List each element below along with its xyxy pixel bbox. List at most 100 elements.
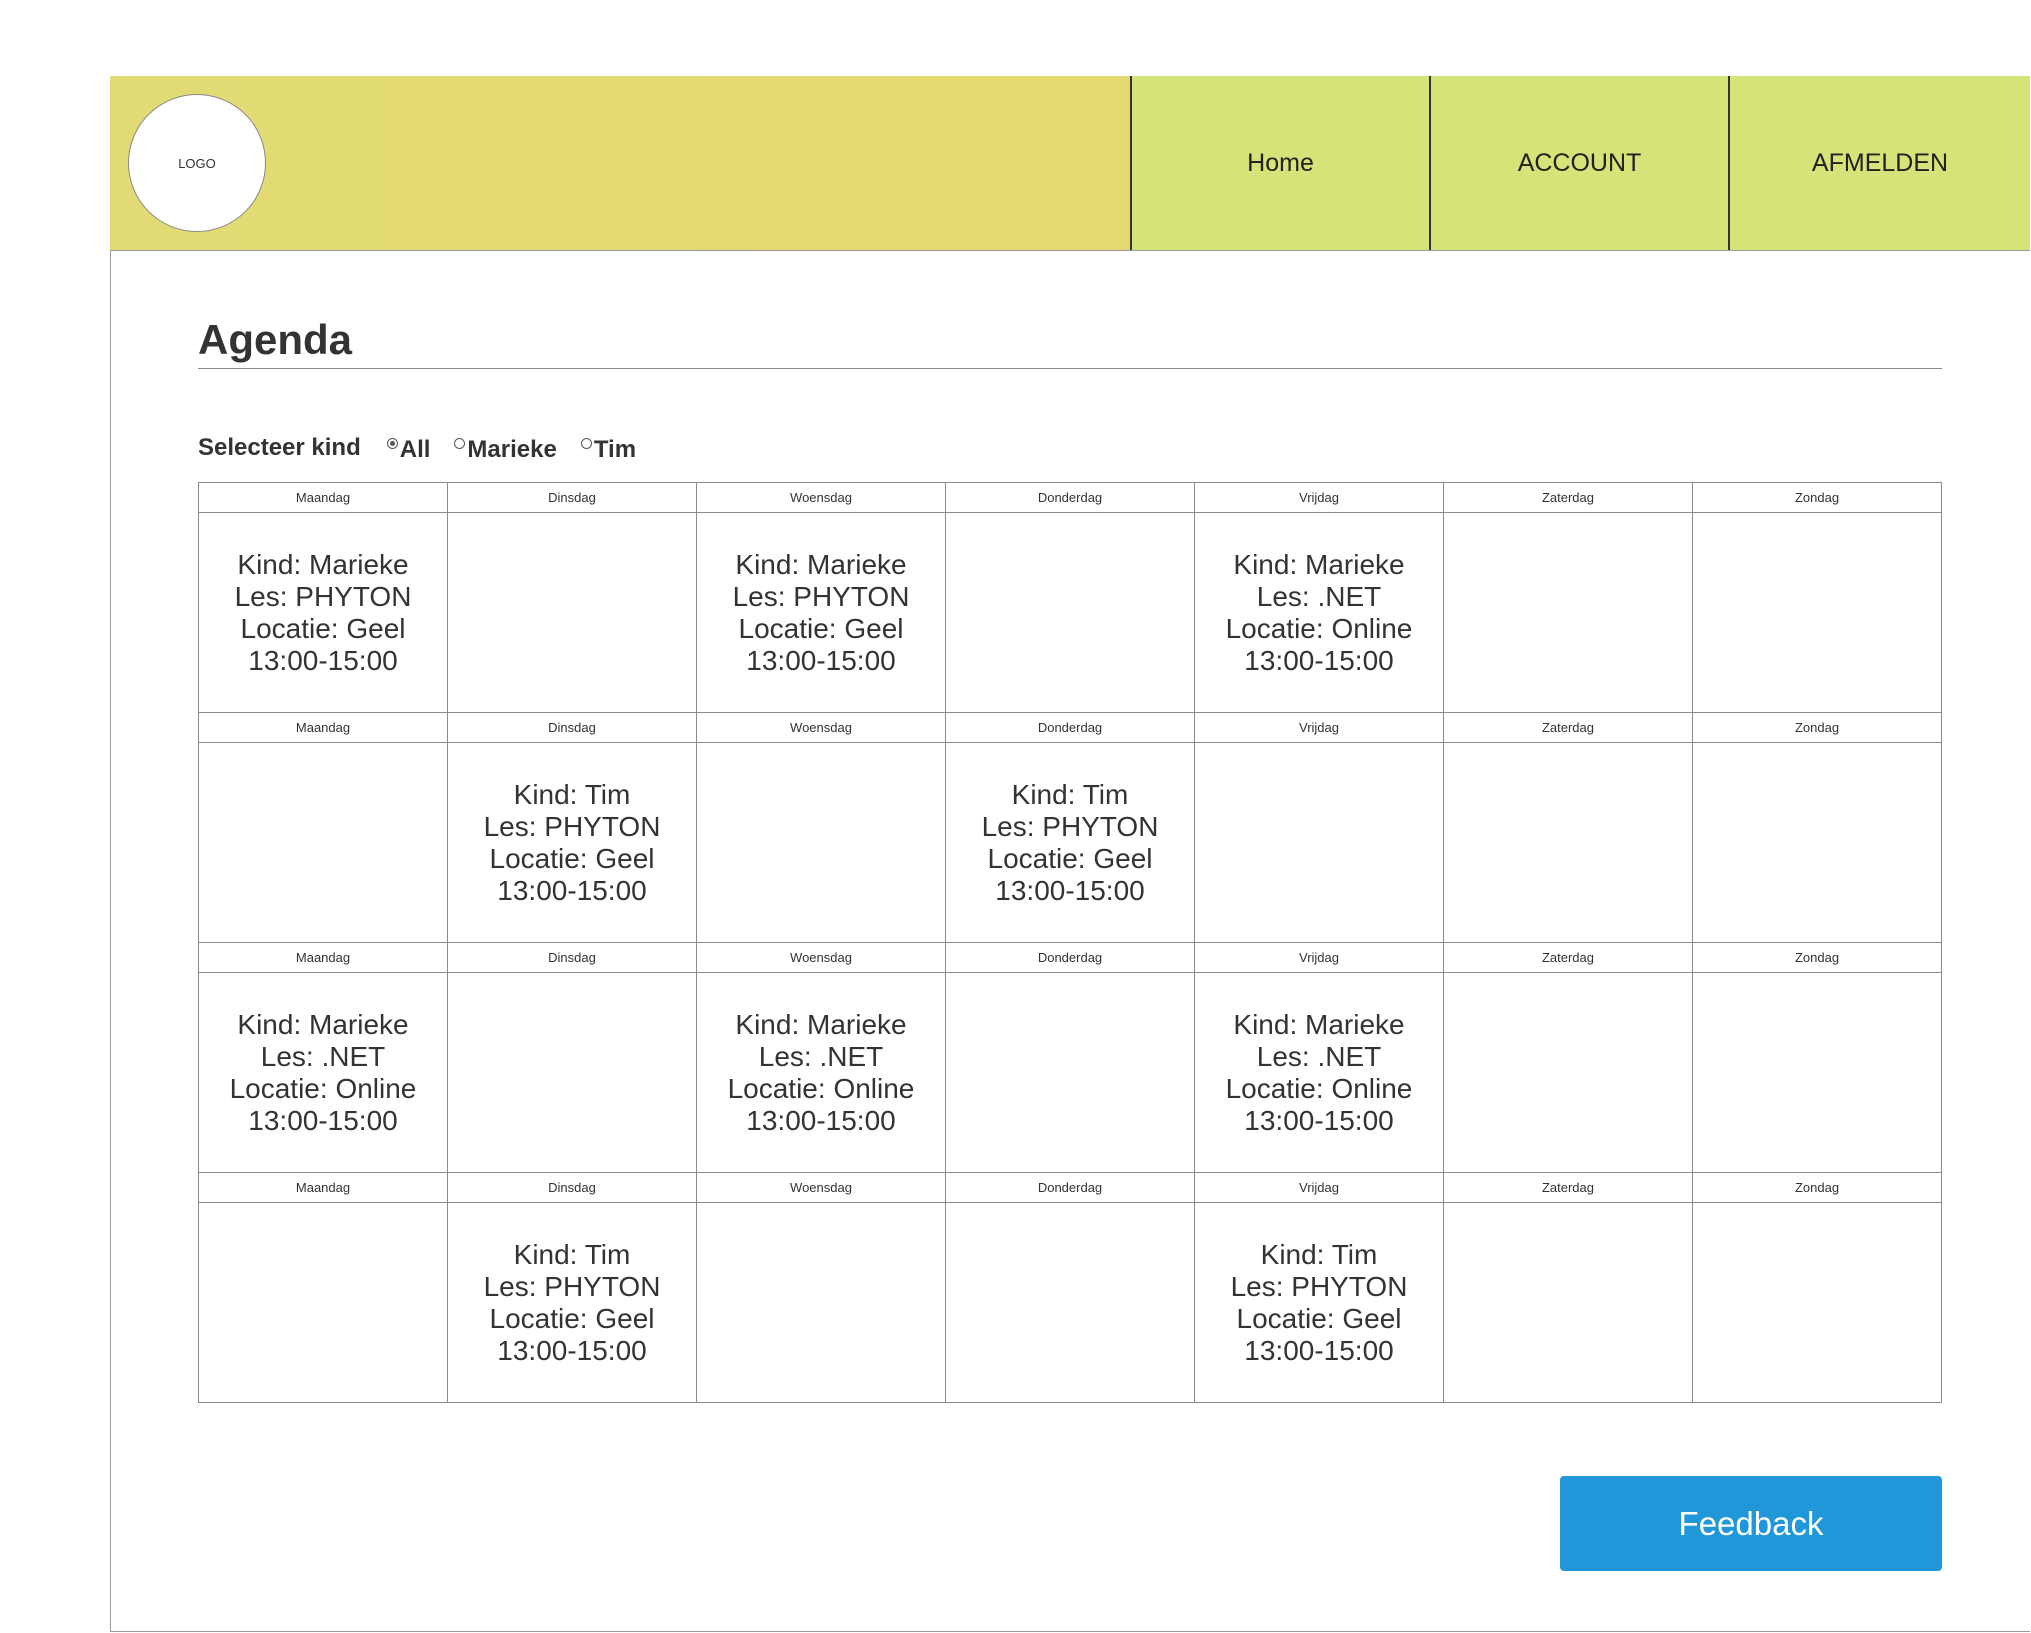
empty-day-cell [945,972,1195,1173]
empty-day-cell [696,1202,946,1403]
day-header-cell: Donderdag [945,482,1195,513]
lesson-les: Les: PHYTON [1230,1270,1408,1302]
lesson-tijd: 13:00-15:00 [746,644,896,676]
lesson-tijd: 13:00-15:00 [248,644,398,676]
day-header-cell: Zaterdag [1443,482,1693,513]
day-header-cell: Woensdag [696,1172,946,1203]
nav-logout[interactable]: AFMELDEN [1728,76,2030,250]
lesson-cell[interactable]: Kind: Tim Les: PHYTON Locatie: Geel 13:00-1… [447,1202,697,1403]
day-header-cell: Donderdag [945,1172,1195,1203]
week-row: Kind: Marieke Les: .NET Locatie: Online 13:… [198,972,1942,1173]
day-header-cell: Woensdag [696,482,946,513]
lesson-tijd: 13:00-15:00 [1244,644,1394,676]
day-header-cell: Maandag [198,712,448,743]
radio-label: Marieke [467,436,557,463]
day-header-row: Maandag Dinsdag Woensdag Donderdag Vrijdag Za… [198,712,1942,743]
feedback-button[interactable]: Feedback [1560,1476,1942,1571]
lesson-kind: Kind: Marieke [237,1008,409,1040]
lesson-cell[interactable]: Kind: Marieke Les: .NET Locatie: Online 13:… [1194,972,1444,1173]
empty-day-cell [1443,972,1693,1173]
lesson-kind: Kind: Marieke [735,548,907,580]
day-header-cell: Woensdag [696,712,946,743]
day-header-cell: Dinsdag [447,482,697,513]
radio-option-tim[interactable]: Tim [580,434,636,464]
lesson-kind: Kind: Marieke [735,1008,907,1040]
empty-day-cell [1443,1202,1693,1403]
lesson-tijd: 13:00-15:00 [1244,1104,1394,1136]
main-nav: Home ACCOUNT AFMELDEN [1130,76,2030,250]
lesson-kind: Kind: Tim [513,778,631,810]
lesson-tijd: 13:00-15:00 [497,874,647,906]
day-header-cell: Donderdag [945,942,1195,973]
lesson-locatie: Locatie: Geel [489,1302,655,1334]
day-header-cell: Zaterdag [1443,712,1693,743]
lesson-les: Les: PHYTON [732,580,910,612]
lesson-cell[interactable]: Kind: Marieke Les: .NET Locatie: Online 13:… [1194,512,1444,713]
day-header-cell: Vrijdag [1194,1172,1444,1203]
radio-button[interactable] [454,438,466,449]
lesson-tijd: 13:00-15:00 [746,1104,896,1136]
page-title: Agenda [198,316,353,363]
lesson-kind: Kind: Marieke [1233,548,1405,580]
nav-account[interactable]: ACCOUNT [1429,76,1728,250]
lesson-locatie: Locatie: Geel [1236,1302,1402,1334]
lesson-cell[interactable]: Kind: Marieke Les: PHYTON Locatie: Geel 13:… [696,512,946,713]
lesson-cell[interactable]: Kind: Tim Les: PHYTON Locatie: Geel 13:00-1… [945,742,1195,943]
lesson-cell[interactable]: Kind: Marieke Les: PHYTON Locatie: Geel 13:… [198,512,448,713]
empty-day-cell [1692,512,1942,713]
logo[interactable]: LOGO [128,94,266,232]
day-header-cell: Zaterdag [1443,942,1693,973]
day-header-cell: Dinsdag [447,712,697,743]
radio-button-checked[interactable] [386,438,398,449]
empty-day-cell [1692,742,1942,943]
radio-button[interactable] [580,438,592,449]
lesson-locatie: Locatie: Geel [987,842,1153,874]
title-divider [198,368,1942,369]
empty-day-cell [447,972,697,1173]
lesson-cell[interactable]: Kind: Tim Les: PHYTON Locatie: Geel 13:00-1… [1194,1202,1444,1403]
lesson-locatie: Locatie: Online [1225,612,1413,644]
agenda-calendar: Maandag Dinsdag Woensdag Donderdag Vrijdag Za… [198,482,1942,1403]
day-header-cell: Maandag [198,482,448,513]
empty-day-cell [1692,1202,1942,1403]
radio-option-marieke[interactable]: Marieke [454,434,557,464]
day-header-cell: Zaterdag [1443,1172,1693,1203]
lesson-locatie: Locatie: Online [727,1072,915,1104]
logo-text: LOGO [178,155,216,171]
radio-option-all[interactable]: All [386,434,431,464]
lesson-kind: Kind: Tim [513,1238,631,1270]
lesson-kind: Kind: Tim [1260,1238,1378,1270]
lesson-kind: Kind: Tim [1011,778,1129,810]
lesson-cell[interactable]: Kind: Marieke Les: .NET Locatie: Online 13:… [198,972,448,1173]
lesson-cell[interactable]: Kind: Tim Les: PHYTON Locatie: Geel 13:00-1… [447,742,697,943]
lesson-les: Les: .NET [1256,1040,1382,1072]
header: LOGO Home ACCOUNT AFMELDEN [110,76,2030,251]
day-header-cell: Vrijdag [1194,942,1444,973]
day-header-row: Maandag Dinsdag Woensdag Donderdag Vrijdag Za… [198,942,1942,973]
lesson-cell[interactable]: Kind: Marieke Les: .NET Locatie: Online 13:… [696,972,946,1173]
day-header-cell: Dinsdag [447,942,697,973]
lesson-les: Les: PHYTON [483,810,661,842]
day-header-cell: Zondag [1692,1172,1942,1203]
empty-day-cell [198,742,448,943]
lesson-tijd: 13:00-15:00 [995,874,1145,906]
lesson-locatie: Locatie: Geel [240,612,406,644]
day-header-row: Maandag Dinsdag Woensdag Donderdag Vrijdag Za… [198,1172,1942,1203]
nav-home[interactable]: Home [1130,76,1429,250]
day-header-cell: Maandag [198,1172,448,1203]
empty-day-cell [1692,972,1942,1173]
empty-day-cell [198,1202,448,1403]
day-header-cell: Zondag [1692,942,1942,973]
day-header-cell: Vrijdag [1194,482,1444,513]
lesson-kind: Kind: Marieke [237,548,409,580]
child-filter: Selecteer kind All Marieke Tim [198,434,660,464]
radio-label: All [399,436,431,463]
lesson-locatie: Locatie: Geel [489,842,655,874]
day-header-cell: Zondag [1692,712,1942,743]
week-row: Kind: Tim Les: PHYTON Locatie: Geel 13:00-1… [198,1202,1942,1403]
empty-day-cell [1194,742,1444,943]
logo-area: LOGO [110,76,1130,250]
lesson-locatie: Locatie: Online [229,1072,417,1104]
day-header-cell: Maandag [198,942,448,973]
lesson-les: Les: PHYTON [483,1270,661,1302]
